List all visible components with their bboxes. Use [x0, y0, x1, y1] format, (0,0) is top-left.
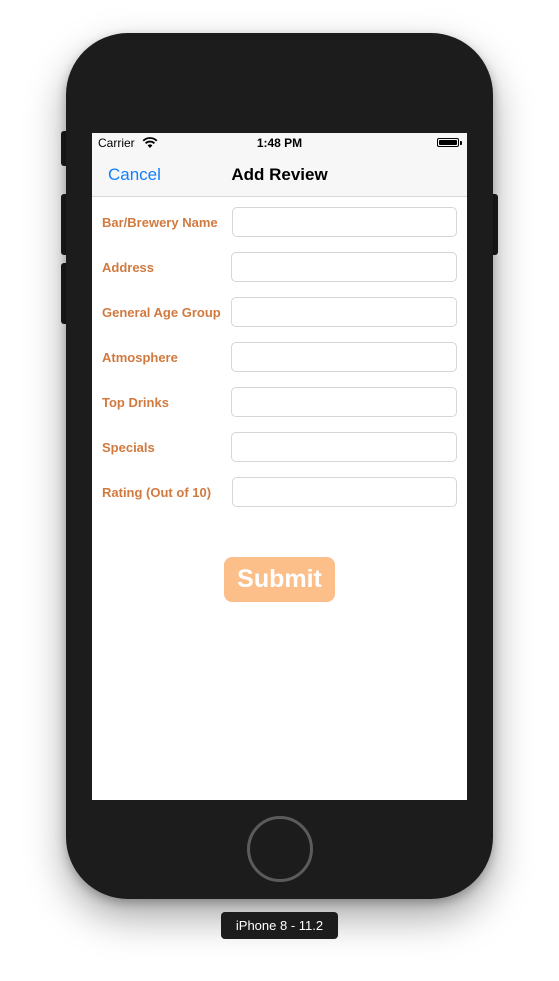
atmosphere-field[interactable]: [231, 342, 457, 372]
top-drinks-field[interactable]: [231, 387, 457, 417]
specials-label: Specials: [102, 440, 155, 455]
rating-label: Rating (Out of 10): [102, 485, 212, 500]
device-label: iPhone 8 - 11.2: [221, 912, 338, 939]
bar-name-field[interactable]: [232, 207, 457, 237]
battery-icon: [437, 138, 459, 147]
address-label: Address: [102, 260, 155, 275]
form-row-specials: Specials: [92, 432, 467, 462]
status-bar: Carrier 1:48 PM: [92, 133, 467, 153]
form-row-atmosphere: Atmosphere: [92, 342, 467, 372]
address-field[interactable]: [231, 252, 457, 282]
status-time: 1:48 PM: [256, 136, 303, 150]
top-drinks-label: Top Drinks: [102, 395, 169, 410]
page-title: Add Review: [231, 165, 328, 184]
age-group-field[interactable]: [231, 297, 457, 327]
form-row-age-group: General Age Group: [92, 297, 467, 327]
form-row-rating: Rating (Out of 10): [92, 477, 467, 507]
navigation-bar: Cancel Add Review: [92, 153, 467, 197]
submit-button[interactable]: Submit: [224, 557, 335, 602]
form-row-bar-name: Bar/Brewery Name: [92, 207, 467, 237]
atmosphere-label: Atmosphere: [102, 350, 178, 365]
bar-name-label: Bar/Brewery Name: [102, 215, 218, 230]
specials-field[interactable]: [231, 432, 457, 462]
age-group-label: General Age Group: [102, 305, 221, 320]
battery-tip: [460, 141, 462, 145]
rating-field[interactable]: [232, 477, 457, 507]
form-row-address: Address: [92, 252, 467, 282]
app-screen: Carrier 1:48 PM Cancel Add Review Bar/Br…: [92, 133, 467, 800]
form-row-top-drinks: Top Drinks: [92, 387, 467, 417]
home-button[interactable]: [247, 816, 313, 882]
